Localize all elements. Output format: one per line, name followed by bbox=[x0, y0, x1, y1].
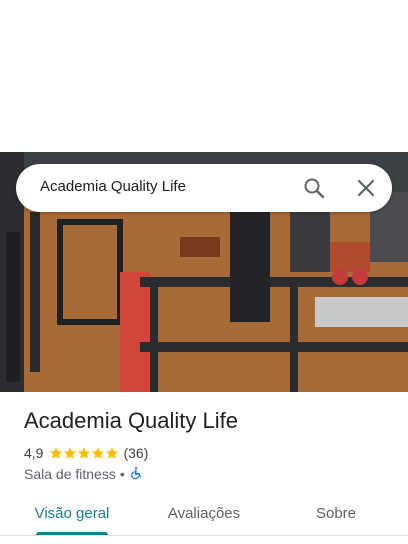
rating-stars bbox=[49, 446, 119, 460]
search-query-text[interactable]: Academia Quality Life bbox=[40, 178, 186, 195]
map-blank-area bbox=[0, 0, 408, 152]
star-icon bbox=[92, 447, 105, 459]
search-bar[interactable]: Academia Quality Life bbox=[16, 164, 392, 212]
close-icon[interactable] bbox=[354, 176, 378, 200]
separator-dot: • bbox=[119, 466, 125, 482]
category-row: Sala de fitness • bbox=[24, 465, 143, 483]
star-icon bbox=[64, 447, 77, 459]
rating-row[interactable]: 4,9 (36) bbox=[24, 444, 148, 462]
rating-value: 4,9 bbox=[24, 445, 44, 461]
place-category: Sala de fitness bbox=[24, 466, 116, 482]
place-title: Academia Quality Life bbox=[24, 408, 238, 433]
wheelchair-accessible-icon bbox=[129, 466, 143, 483]
place-tabs: Visão geral Avaliações Sobre bbox=[0, 492, 408, 536]
star-icon bbox=[50, 447, 63, 459]
review-count[interactable]: (36) bbox=[123, 445, 148, 461]
search-icon[interactable] bbox=[302, 176, 326, 200]
tab-overview[interactable]: Visão geral bbox=[24, 492, 120, 536]
tabs-divider bbox=[0, 535, 408, 536]
tab-reviews[interactable]: Avaliações bbox=[156, 492, 252, 536]
tab-about[interactable]: Sobre bbox=[288, 492, 384, 536]
star-icon bbox=[106, 447, 119, 459]
star-icon bbox=[78, 447, 91, 459]
